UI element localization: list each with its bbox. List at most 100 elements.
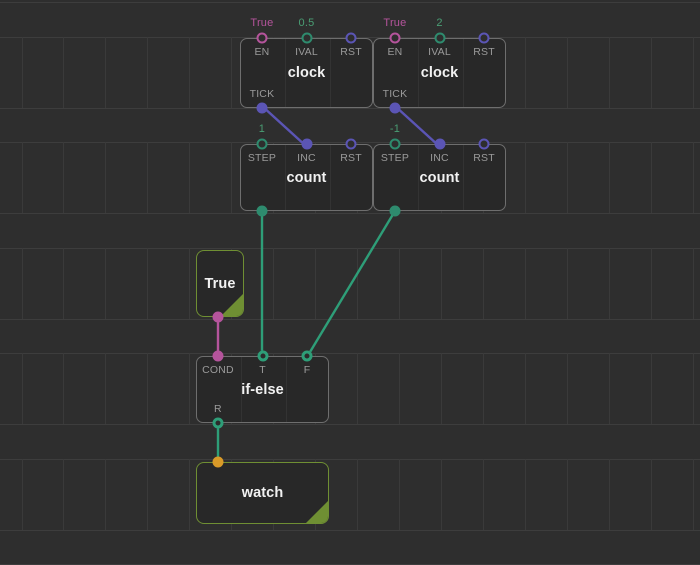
node-title: count [286, 169, 327, 186]
port-value-clock-2-en[interactable]: True [383, 17, 406, 29]
node-corner-accent [306, 501, 328, 523]
grid-vertical-line [189, 142, 190, 213]
grid-vertical-line [441, 353, 442, 424]
grid-vertical-line [315, 248, 316, 319]
port-value-clock-2-ival[interactable]: 2 [436, 17, 442, 29]
grid-vertical-line [483, 248, 484, 319]
grid-vertical-line [189, 248, 190, 319]
grid-vertical-line [189, 353, 190, 424]
port-label-clock-2-tick: TICK [382, 88, 408, 100]
grid-vertical-line [567, 37, 568, 108]
grid-vertical-line [105, 459, 106, 530]
node-title: clock [420, 65, 459, 81]
port-clock-2-rst[interactable] [478, 32, 490, 44]
grid-vertical-line [357, 459, 358, 530]
grid-vertical-line [105, 37, 106, 108]
node-title: watch [241, 485, 284, 501]
grid-vertical-line [609, 353, 610, 424]
edge-clock1-tick-to-count1-inc[interactable] [260, 104, 308, 148]
grid-vertical-line [147, 353, 148, 424]
port-label-if-else-f: F [303, 364, 311, 376]
port-clock-1-ival[interactable] [301, 32, 312, 44]
port-value-clock-1-ival[interactable]: 0.5 [299, 17, 315, 29]
grid-vertical-line [63, 142, 64, 213]
grid-vertical-line [693, 248, 694, 319]
grid-vertical-line [609, 459, 610, 530]
port-clock-2-en[interactable] [389, 32, 401, 44]
grid-vertical-line [609, 248, 610, 319]
port-clock-1-en[interactable] [256, 32, 268, 44]
grid-horizontal-line [0, 424, 700, 425]
grid-vertical-line [567, 459, 568, 530]
grid-vertical-line [147, 459, 148, 530]
grid-vertical-line [399, 459, 400, 530]
grid-vertical-line [693, 459, 694, 530]
port-label-clock-2-ival: IVAL [428, 46, 451, 58]
grid-vertical-line [651, 248, 652, 319]
grid-vertical-line [525, 459, 526, 530]
port-label-if-else-r: R [214, 403, 222, 415]
edge-count2-out-to-ifelse-f[interactable] [305, 209, 397, 359]
node-true-const[interactable]: True [196, 250, 244, 317]
node-title: True [204, 275, 236, 292]
grid-vertical-line [147, 142, 148, 213]
port-count-2-rst[interactable] [478, 138, 490, 150]
port-clock-2-tick[interactable] [389, 102, 401, 114]
port-clock-2-ival[interactable] [434, 32, 445, 44]
port-if-else-r[interactable] [212, 417, 224, 429]
port-label-count-1-inc: INC [297, 152, 316, 164]
node-corner-accent [221, 294, 243, 316]
grid-vertical-line [567, 142, 568, 213]
port-value-count-1-step[interactable]: 1 [259, 123, 265, 135]
grid-vertical-line [63, 248, 64, 319]
port-label-if-else-t: T [259, 364, 266, 376]
grid-vertical-line [105, 142, 106, 213]
grid-vertical-line [22, 248, 23, 319]
grid-vertical-line [525, 248, 526, 319]
grid-vertical-line [567, 248, 568, 319]
grid-vertical-line [399, 353, 400, 424]
grid-horizontal-line [0, 530, 700, 531]
port-count-1-out[interactable] [256, 205, 268, 217]
grid-vertical-line [147, 248, 148, 319]
grid-vertical-line [105, 248, 106, 319]
grid-vertical-line [189, 37, 190, 108]
port-if-else-f[interactable] [301, 350, 313, 362]
port-label-count-2-step: STEP [380, 152, 410, 164]
port-count-2-out[interactable] [389, 205, 401, 217]
port-count-1-inc[interactable] [301, 138, 312, 150]
port-label-count-1-step: STEP [247, 152, 277, 164]
port-label-count-2-rst: RST [473, 152, 495, 164]
port-count-1-step[interactable] [256, 138, 268, 150]
grid-vertical-line [693, 142, 694, 213]
grid-vertical-line [441, 459, 442, 530]
edge-clock2-tick-to-count2-inc[interactable] [393, 104, 441, 148]
node-title: count [419, 169, 460, 186]
node-title: if-else [241, 381, 284, 398]
port-value-clock-1-en[interactable]: True [250, 17, 273, 29]
grid-vertical-line [105, 353, 106, 424]
grid-vertical-line [651, 353, 652, 424]
port-if-else-cond[interactable] [212, 350, 224, 362]
port-clock-1-rst[interactable] [345, 32, 357, 44]
port-true-const-out[interactable] [212, 311, 224, 323]
grid-vertical-line [651, 37, 652, 108]
port-count-2-step[interactable] [389, 138, 401, 150]
port-clock-1-tick[interactable] [256, 102, 268, 114]
port-label-if-else-cond: COND [202, 364, 234, 376]
grid-vertical-line [525, 37, 526, 108]
port-label-count-1-rst: RST [340, 152, 362, 164]
grid-vertical-line [63, 459, 64, 530]
port-value-count-2-step[interactable]: -1 [390, 123, 400, 135]
port-count-1-rst[interactable] [345, 138, 357, 150]
node-graph-canvas[interactable]: clock clock count count True if-else watch EN T… [0, 0, 700, 565]
grid-vertical-line [441, 248, 442, 319]
grid-vertical-line [22, 37, 23, 108]
port-label-clock-1-en: EN [254, 46, 270, 58]
port-count-2-inc[interactable] [434, 138, 445, 150]
port-if-else-t[interactable] [257, 350, 268, 362]
node-watch[interactable]: watch [196, 462, 329, 524]
port-watch-in[interactable] [212, 456, 224, 468]
grid-vertical-line [231, 37, 232, 108]
grid-vertical-line [693, 353, 694, 424]
